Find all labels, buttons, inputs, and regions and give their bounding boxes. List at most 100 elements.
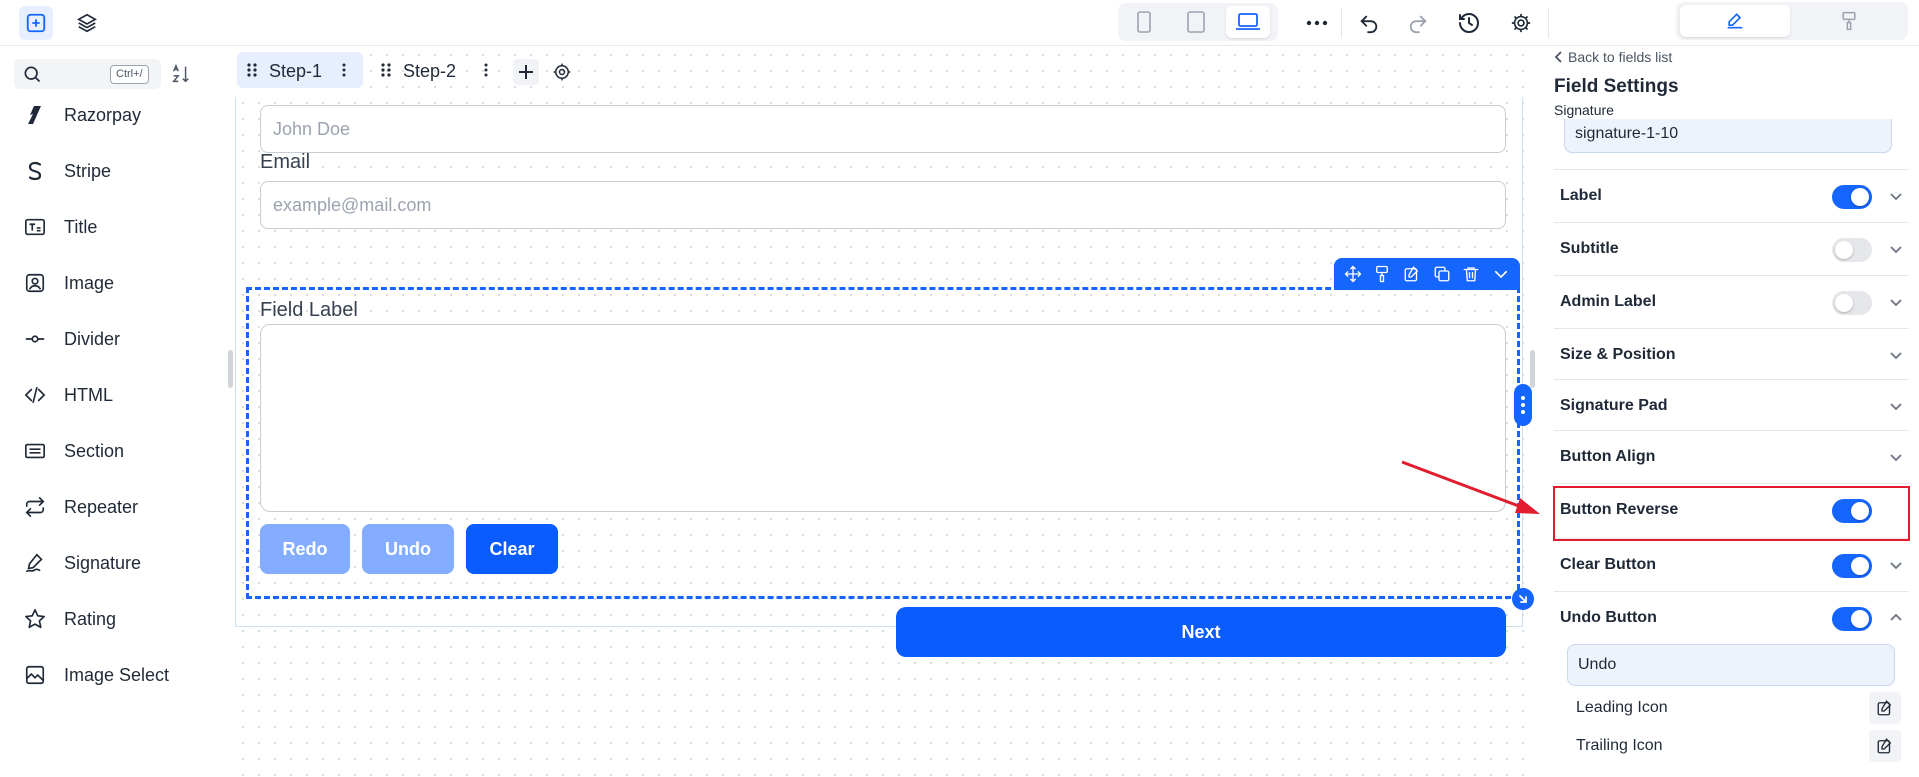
field-library-sidebar: Ctrl+/ Razorpay Stripe Title Image Divid… — [0, 47, 218, 777]
more-vertical-icon[interactable] — [483, 62, 489, 78]
signature-pad[interactable] — [260, 324, 1506, 512]
form-canvas: Step-1 Step-2 John Doe Email example@mai… — [235, 47, 1534, 777]
width-resize-handle[interactable] — [1514, 384, 1532, 426]
leading-icon-label: Leading Icon — [1576, 699, 1668, 716]
sidebar-item-stripe[interactable]: Stripe — [0, 150, 210, 190]
plus-icon — [519, 65, 533, 79]
edit-icon — [1877, 738, 1892, 754]
sidebar-item-html[interactable]: HTML — [0, 374, 210, 414]
paint-roller-icon[interactable] — [1368, 260, 1396, 288]
undo-button[interactable] — [1352, 6, 1386, 40]
undo-button[interactable]: Undo — [362, 524, 454, 574]
setting-label: Signature Pad — [1560, 397, 1668, 414]
move-icon[interactable] — [1339, 260, 1367, 288]
chevron-down-icon[interactable] — [1888, 398, 1904, 414]
email-label: Email — [260, 151, 311, 173]
setting-label: Clear Button — [1560, 556, 1656, 573]
undo-text-input[interactable]: Undo — [1567, 644, 1895, 686]
divider — [1548, 8, 1549, 38]
clear-button-toggle[interactable] — [1832, 554, 1872, 578]
chevron-up-icon[interactable] — [1888, 610, 1904, 626]
setting-row-size-position[interactable]: Size & Position — [1554, 328, 1909, 381]
add-field-button[interactable] — [19, 6, 53, 40]
trash-icon[interactable] — [1457, 260, 1485, 288]
redo-button[interactable] — [1401, 6, 1435, 40]
panel-switcher — [1676, 2, 1908, 40]
more-button[interactable] — [1300, 6, 1334, 40]
more-horizontal-icon — [1306, 20, 1328, 26]
more-vertical-icon[interactable] — [341, 62, 347, 78]
laptop-icon — [1236, 13, 1260, 30]
duplicate-icon[interactable] — [1428, 260, 1456, 288]
corner-resize-handle[interactable] — [1512, 588, 1534, 610]
add-step-button[interactable] — [513, 59, 539, 85]
sidebar-item-rating[interactable]: Rating — [0, 598, 210, 638]
chevron-down-icon[interactable] — [1888, 294, 1904, 310]
resize-arrow-icon — [1519, 595, 1527, 603]
chevron-down-icon[interactable] — [1487, 260, 1515, 288]
settings-button[interactable] — [1504, 6, 1538, 40]
sidebar-item-razorpay[interactable]: Razorpay — [0, 94, 210, 134]
setting-label: Subtitle — [1560, 240, 1619, 257]
chevron-down-icon[interactable] — [1888, 188, 1904, 204]
field-settings-tab[interactable] — [1680, 5, 1790, 37]
sidebar-item-repeater[interactable]: Repeater — [0, 486, 210, 526]
step-settings-button[interactable] — [549, 59, 575, 85]
mobile-view-button[interactable] — [1122, 6, 1166, 38]
setting-row-admin-label[interactable]: Admin Label — [1554, 275, 1909, 328]
tablet-view-button[interactable] — [1174, 6, 1218, 38]
setting-row-subtitle[interactable]: Subtitle — [1554, 222, 1909, 275]
setting-row-signature-pad[interactable]: Signature Pad — [1554, 379, 1909, 432]
chevron-down-icon[interactable] — [1888, 241, 1904, 257]
step-tabs: Step-1 Step-2 — [235, 52, 795, 90]
chevron-down-icon[interactable] — [1888, 557, 1904, 573]
sidebar-item-title[interactable]: Title — [0, 206, 210, 246]
undo-icon — [1360, 15, 1378, 34]
sidebar-item-image-select[interactable]: Image Select — [0, 654, 210, 694]
form-area: John Doe Email example@mail.com Field La… — [235, 97, 1534, 657]
redo-button[interactable]: Redo — [260, 524, 350, 574]
sidebar-item-label: Stripe — [64, 161, 112, 181]
setting-row-clear-button[interactable]: Clear Button — [1554, 538, 1909, 591]
setting-label: Admin Label — [1560, 293, 1657, 310]
name-input[interactable]: John Doe — [260, 105, 1506, 153]
step-label: Step-1 — [269, 61, 323, 81]
panel-resize-handle[interactable] — [1530, 350, 1535, 388]
undo-button-toggle[interactable] — [1832, 607, 1872, 631]
chevron-down-icon[interactable] — [1888, 347, 1904, 363]
chevron-down-icon[interactable] — [1888, 449, 1904, 465]
email-input[interactable]: example@mail.com — [260, 181, 1506, 229]
desktop-view-button[interactable] — [1226, 6, 1270, 38]
setting-row-button-align[interactable]: Button Align — [1554, 430, 1909, 483]
setting-row-undo-button[interactable]: Undo Button — [1554, 591, 1909, 644]
tab-step-2[interactable]: Step-2 — [371, 52, 497, 88]
sort-button[interactable] — [168, 61, 194, 87]
setting-row-label[interactable]: Label — [1554, 169, 1909, 222]
style-tab[interactable] — [1794, 5, 1904, 37]
field-search-input[interactable]: Ctrl+/ — [14, 59, 161, 89]
sidebar-item-signature[interactable]: Signature — [0, 542, 210, 582]
sidebar-item-section[interactable]: Section — [0, 430, 210, 470]
clear-button[interactable]: Clear — [466, 524, 558, 574]
sidebar-item-label: Image — [64, 273, 115, 293]
sidebar-resize-handle[interactable] — [228, 350, 233, 388]
back-to-fields-link[interactable]: Back to fields list — [1554, 49, 1672, 65]
sidebar-item-image[interactable]: Image — [0, 262, 210, 302]
next-button[interactable]: Next — [896, 607, 1506, 657]
admin-label-toggle[interactable] — [1832, 291, 1872, 315]
edit-icon[interactable] — [1398, 260, 1426, 288]
trailing-icon-edit-button[interactable] — [1869, 730, 1901, 762]
panel-subtitle: Signature — [1554, 102, 1614, 118]
subtitle-toggle[interactable] — [1832, 238, 1872, 262]
history-icon — [1459, 12, 1479, 33]
code-icon — [23, 383, 47, 407]
label-toggle[interactable] — [1832, 185, 1872, 209]
field-key-input[interactable]: signature-1-10 — [1564, 119, 1892, 153]
layers-button[interactable] — [70, 6, 104, 40]
history-button[interactable] — [1452, 6, 1486, 40]
tab-step-1[interactable]: Step-1 — [237, 52, 363, 88]
sidebar-item-divider[interactable]: Divider — [0, 318, 210, 358]
edit-icon — [1727, 13, 1743, 29]
leading-icon-edit-button[interactable] — [1869, 692, 1901, 724]
drag-handle-icon — [381, 63, 391, 77]
